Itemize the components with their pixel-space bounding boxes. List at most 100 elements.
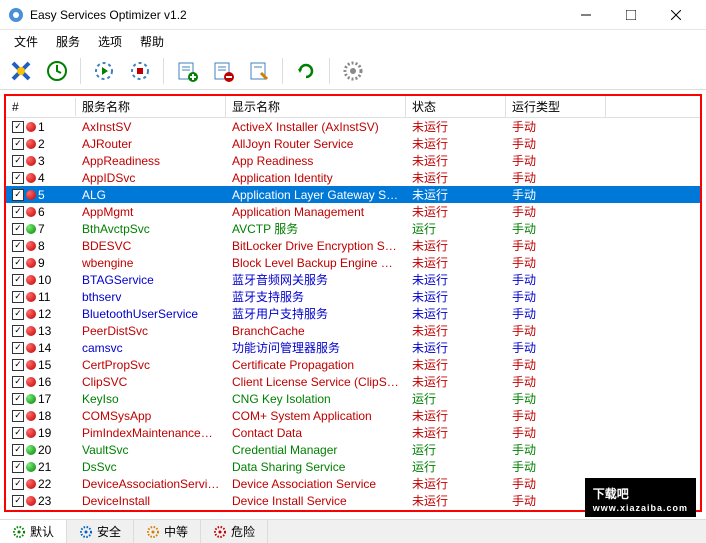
status-dot-icon [26, 343, 36, 353]
col-start-type[interactable]: 运行类型 [506, 96, 606, 117]
profile-tab[interactable]: 中等 [134, 520, 201, 543]
table-row[interactable]: ✓20VaultSvcCredential Manager运行手动 [6, 441, 700, 458]
status-dot-icon [26, 173, 36, 183]
row-checkbox[interactable]: ✓ [12, 325, 24, 337]
table-row[interactable]: ✓10BTAGService蓝牙音频网关服务未运行手动 [6, 271, 700, 288]
row-number: 19 [38, 426, 51, 440]
table-row[interactable]: ✓18COMSysAppCOM+ System Application未运行手动 [6, 407, 700, 424]
status-dot-icon [26, 275, 36, 285]
start-type: 手动 [506, 186, 606, 203]
display-name: 功能访问管理器服务 [226, 339, 406, 356]
settings-button[interactable] [338, 56, 368, 86]
row-checkbox[interactable]: ✓ [12, 274, 24, 286]
minimize-button[interactable] [563, 1, 608, 29]
service-name: BluetoothUserService [76, 307, 226, 321]
close-button[interactable] [653, 1, 698, 29]
table-row[interactable]: ✓9wbengineBlock Level Backup Engine Serv… [6, 254, 700, 271]
row-checkbox[interactable]: ✓ [12, 427, 24, 439]
col-state[interactable]: 状态 [406, 96, 506, 117]
list-edit-button[interactable] [244, 56, 274, 86]
service-name: AxInstSV [76, 120, 226, 134]
row-checkbox[interactable]: ✓ [12, 172, 24, 184]
restore-button[interactable] [42, 56, 72, 86]
table-row[interactable]: ✓15CertPropSvcCertificate Propagation未运行… [6, 356, 700, 373]
row-checkbox[interactable]: ✓ [12, 376, 24, 388]
separator [80, 58, 81, 84]
row-checkbox[interactable]: ✓ [12, 206, 24, 218]
table-row[interactable]: ✓13PeerDistSvcBranchCache未运行手动 [6, 322, 700, 339]
list-add-button[interactable] [172, 56, 202, 86]
watermark: 下载吧 www.xiazaiba.com [585, 478, 696, 517]
menu-options[interactable]: 选项 [90, 31, 130, 52]
table-row[interactable]: ✓17KeyIsoCNG Key Isolation运行手动 [6, 390, 700, 407]
row-checkbox[interactable]: ✓ [12, 308, 24, 320]
row-checkbox[interactable]: ✓ [12, 444, 24, 456]
col-display-name[interactable]: 显示名称 [226, 96, 406, 117]
state: 未运行 [406, 475, 506, 492]
start-type: 手动 [506, 390, 606, 407]
start-service-button[interactable] [89, 56, 119, 86]
table-row[interactable]: ✓19PimIndexMaintenanceSvcContact Data未运行… [6, 424, 700, 441]
menubar: 文件 服务 选项 帮助 [0, 30, 706, 52]
row-checkbox[interactable]: ✓ [12, 138, 24, 150]
menu-help[interactable]: 帮助 [132, 31, 172, 52]
service-name: DeviceInstall [76, 494, 226, 508]
state: 运行 [406, 390, 506, 407]
row-checkbox[interactable]: ✓ [12, 240, 24, 252]
row-checkbox[interactable]: ✓ [12, 155, 24, 167]
profile-tab[interactable]: 危险 [201, 520, 268, 543]
table-row[interactable]: ✓2AJRouterAllJoyn Router Service未运行手动 [6, 135, 700, 152]
table-row[interactable]: ✓12BluetoothUserService蓝牙用户支持服务未运行手动 [6, 305, 700, 322]
maximize-button[interactable] [608, 1, 653, 29]
row-checkbox[interactable]: ✓ [12, 342, 24, 354]
start-type: 手动 [506, 118, 606, 135]
status-dot-icon [26, 445, 36, 455]
row-number: 3 [38, 154, 45, 168]
table-row[interactable]: ✓1AxInstSVActiveX Installer (AxInstSV)未运… [6, 118, 700, 135]
row-checkbox[interactable]: ✓ [12, 291, 24, 303]
table-row[interactable]: ✓3AppReadinessApp Readiness未运行手动 [6, 152, 700, 169]
table-row[interactable]: ✓7BthAvctpSvcAVCTP 服务运行手动 [6, 220, 700, 237]
row-checkbox[interactable]: ✓ [12, 410, 24, 422]
row-checkbox[interactable]: ✓ [12, 359, 24, 371]
service-name: wbengine [76, 256, 226, 270]
stop-service-button[interactable] [125, 56, 155, 86]
row-checkbox[interactable]: ✓ [12, 121, 24, 133]
table-row[interactable]: ✓16ClipSVCClient License Service (ClipSV… [6, 373, 700, 390]
status-dot-icon [26, 394, 36, 404]
grid-header: # 服务名称 显示名称 状态 运行类型 [6, 96, 700, 118]
grid-body[interactable]: ✓1AxInstSVActiveX Installer (AxInstSV)未运… [6, 118, 700, 512]
display-name: Application Identity [226, 171, 406, 185]
state: 未运行 [406, 492, 506, 509]
table-row[interactable]: ✓8BDESVCBitLocker Drive Encryption Servi… [6, 237, 700, 254]
row-checkbox[interactable]: ✓ [12, 189, 24, 201]
menu-file[interactable]: 文件 [6, 31, 46, 52]
col-service-name[interactable]: 服务名称 [76, 96, 226, 117]
row-number: 4 [38, 171, 45, 185]
row-checkbox[interactable]: ✓ [12, 495, 24, 507]
table-row[interactable]: ✓14camsvc功能访问管理器服务未运行手动 [6, 339, 700, 356]
row-checkbox[interactable]: ✓ [12, 478, 24, 490]
status-dot-icon [26, 309, 36, 319]
table-row[interactable]: ✓4AppIDSvcApplication Identity未运行手动 [6, 169, 700, 186]
menu-services[interactable]: 服务 [48, 31, 88, 52]
profile-tab[interactable]: 安全 [67, 520, 134, 543]
table-row[interactable]: ✓21DsSvcData Sharing Service运行手动 [6, 458, 700, 475]
row-checkbox[interactable]: ✓ [12, 461, 24, 473]
table-row[interactable]: ✓5ALGApplication Layer Gateway Ser...未运行… [6, 186, 700, 203]
status-dot-icon [26, 122, 36, 132]
start-type: 手动 [506, 271, 606, 288]
col-number[interactable]: # [6, 98, 76, 116]
profile-tab[interactable]: 默认 [0, 520, 67, 543]
row-checkbox[interactable]: ✓ [12, 223, 24, 235]
gear-icon [146, 525, 160, 539]
refresh-button[interactable] [291, 56, 321, 86]
table-row[interactable]: ✓11bthserv蓝牙支持服务未运行手动 [6, 288, 700, 305]
list-remove-button[interactable] [208, 56, 238, 86]
table-row[interactable]: ✓6AppMgmtApplication Management未运行手动 [6, 203, 700, 220]
apply-button[interactable] [6, 56, 36, 86]
row-checkbox[interactable]: ✓ [12, 257, 24, 269]
display-name: 蓝牙支持服务 [226, 288, 406, 305]
row-checkbox[interactable]: ✓ [12, 393, 24, 405]
service-grid: # 服务名称 显示名称 状态 运行类型 ✓1AxInstSVActiveX In… [4, 94, 702, 512]
